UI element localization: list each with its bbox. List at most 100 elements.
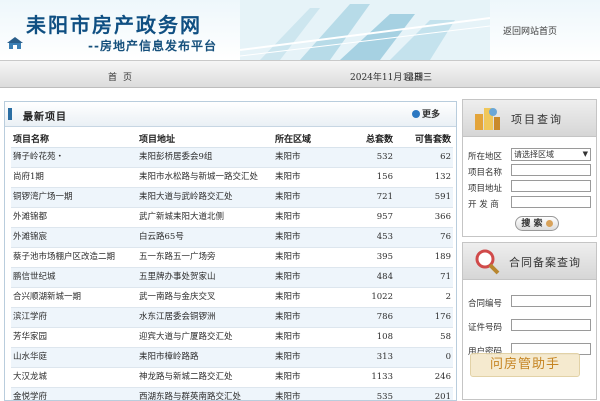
col-header-address: 项目地址: [137, 130, 273, 148]
contract-query-header: 合同备案查询: [463, 243, 596, 280]
site-subtitle: --房地产信息发布平台: [88, 37, 217, 54]
cert-no-row: 证件号码: [463, 318, 596, 342]
table-row[interactable]: 外滩锦都武广新城耒阳大道北侧耒阳市957366: [11, 208, 453, 228]
col-header-name: 项目名称: [11, 130, 137, 148]
more-link[interactable]: 更多: [412, 107, 440, 120]
watermark-badge: 问房管助手: [470, 353, 580, 377]
table-row[interactable]: 外滩锦宸白云路65号耒阳市45376: [11, 228, 453, 248]
project-name-cell[interactable]: 大汉龙城: [11, 368, 137, 388]
table-row[interactable]: 鹏信世纪城五里牌办事处贺家山耒阳市48471: [11, 268, 453, 288]
project-name-cell[interactable]: 铜锣湾广场一期: [11, 188, 137, 208]
table-row[interactable]: 合兴顺湖新城一期武一南路与金庆交叉耒阳市10222: [11, 288, 453, 308]
house-logo-icon: [6, 36, 24, 50]
project-address-cell: 水东江居委会铜锣洲: [137, 308, 273, 328]
col-header-total: 总套数: [333, 130, 395, 148]
developer-input[interactable]: [511, 196, 591, 208]
latest-projects-panel: 最新项目 更多 项目名称 项目地址 所在区域 总套数 可售套数 狮子岭花苑・耒阳…: [4, 101, 457, 401]
project-address-cell: 神龙路与新城二路交汇处: [137, 368, 273, 388]
magnifier-icon: [471, 247, 503, 275]
contract-no-input[interactable]: [511, 295, 591, 307]
return-home-link[interactable]: 返回网站首页: [503, 24, 557, 37]
table-header-row: 项目名称 项目地址 所在区域 总套数 可售套数: [11, 130, 453, 148]
region-select[interactable]: 请选择区域▼: [511, 148, 591, 161]
project-area-cell: 耒阳市: [273, 328, 333, 348]
latest-projects-header: 最新项目 更多: [5, 102, 456, 127]
project-area-cell: 耒阳市: [273, 148, 333, 168]
table-row[interactable]: 金悦学府西湖东路与群英南路交汇处耒阳市535201: [11, 388, 453, 401]
project-query-panel: 项目查询 所在地区 请选择区域▼ 项目名称 项目地址 开 发 商 搜 索: [462, 99, 597, 237]
region-label: 所在地区: [468, 150, 502, 162]
nav-weekday: 星期三: [405, 70, 432, 83]
header-building-graphic: [240, 0, 490, 60]
total-units-cell: 535: [333, 388, 395, 401]
table-row[interactable]: 芳华家园迎宾大道与广厦路交汇处耒阳市10858: [11, 328, 453, 348]
total-units-cell: 313: [333, 348, 395, 368]
total-units-cell: 484: [333, 268, 395, 288]
total-units-cell: 786: [333, 308, 395, 328]
table-row[interactable]: 大汉龙城神龙路与新城二路交汇处耒阳市1133246: [11, 368, 453, 388]
total-units-cell: 156: [333, 168, 395, 188]
project-name-cell[interactable]: 蔡子池市场棚户区改造二期: [11, 248, 137, 268]
table-row[interactable]: 尚府1期耒阳市水松路与新城一路交汇处耒阳市156132: [11, 168, 453, 188]
available-units-cell: 2: [395, 288, 453, 308]
total-units-cell: 395: [333, 248, 395, 268]
table-row[interactable]: 山水华庭耒阳市樟岭路路耒阳市3130: [11, 348, 453, 368]
project-name-cell[interactable]: 尚府1期: [11, 168, 137, 188]
total-units-cell: 721: [333, 188, 395, 208]
project-address-cell: 武广新城耒阳大道北侧: [137, 208, 273, 228]
project-name-cell[interactable]: 鹏信世纪城: [11, 268, 137, 288]
search-arrow-icon: [546, 220, 553, 227]
table-row[interactable]: 蔡子池市场棚户区改造二期五一东路五一广场旁耒阳市395189: [11, 248, 453, 268]
available-units-cell: 76: [395, 228, 453, 248]
project-address-cell: 耒阳市水松路与新城一路交汇处: [137, 168, 273, 188]
contract-no-label: 合同编号: [468, 297, 502, 309]
project-address-cell: 武一南路与金庆交叉: [137, 288, 273, 308]
chevron-down-icon: ▼: [583, 149, 588, 160]
project-address-input[interactable]: [511, 180, 591, 192]
project-area-cell: 耒阳市: [273, 248, 333, 268]
latest-projects-title: 最新项目: [23, 108, 67, 123]
available-units-cell: 246: [395, 368, 453, 388]
search-button[interactable]: 搜 索: [515, 216, 559, 231]
name-row: 项目名称: [463, 163, 596, 179]
project-name-input[interactable]: [511, 164, 591, 176]
project-address-cell: 白云路65号: [137, 228, 273, 248]
project-area-cell: 耒阳市: [273, 368, 333, 388]
table-row[interactable]: 滨江学府水东江居委会铜锣洲耒阳市786176: [11, 308, 453, 328]
header-marker: [8, 108, 12, 120]
table-row[interactable]: 狮子岭花苑・耒阳彭桥居委会9组耒阳市53262: [11, 148, 453, 168]
project-name-cell[interactable]: 外滩锦宸: [11, 228, 137, 248]
total-units-cell: 1133: [333, 368, 395, 388]
total-units-cell: 957: [333, 208, 395, 228]
project-query-header: 项目查询: [463, 100, 596, 137]
project-area-cell: 耒阳市: [273, 188, 333, 208]
contract-query-title: 合同备案查询: [509, 254, 581, 270]
available-units-cell: 591: [395, 188, 453, 208]
project-area-cell: 耒阳市: [273, 228, 333, 248]
project-name-cell[interactable]: 山水华庭: [11, 348, 137, 368]
projects-table: 项目名称 项目地址 所在区域 总套数 可售套数 狮子岭花苑・耒阳彭桥居委会9组耒…: [11, 130, 453, 401]
project-address-cell: 西湖东路与群英南路交汇处: [137, 388, 273, 401]
project-name-cell[interactable]: 金悦学府: [11, 388, 137, 401]
project-name-label: 项目名称: [468, 166, 502, 178]
table-row[interactable]: 铜锣湾广场一期耒阳大道与武岭路交汇处耒阳市721591: [11, 188, 453, 208]
col-header-available: 可售套数: [395, 130, 453, 148]
project-query-title: 项目查询: [511, 111, 563, 127]
project-name-cell[interactable]: 狮子岭花苑・: [11, 148, 137, 168]
project-name-cell[interactable]: 芳华家园: [11, 328, 137, 348]
project-name-cell[interactable]: 滨江学府: [11, 308, 137, 328]
project-area-cell: 耒阳市: [273, 168, 333, 188]
project-area-cell: 耒阳市: [273, 348, 333, 368]
project-address-label: 项目地址: [468, 182, 502, 194]
cert-no-input[interactable]: [511, 319, 591, 331]
project-area-cell: 耒阳市: [273, 388, 333, 401]
project-name-cell[interactable]: 外滩锦都: [11, 208, 137, 228]
available-units-cell: 62: [395, 148, 453, 168]
buildings-icon: [471, 104, 503, 132]
nav-home-link[interactable]: 首页: [108, 70, 138, 83]
contract-no-row: 合同编号: [463, 294, 596, 318]
col-header-area: 所在区域: [273, 130, 333, 148]
project-area-cell: 耒阳市: [273, 308, 333, 328]
developer-label: 开 发 商: [468, 198, 499, 210]
project-name-cell[interactable]: 合兴顺湖新城一期: [11, 288, 137, 308]
